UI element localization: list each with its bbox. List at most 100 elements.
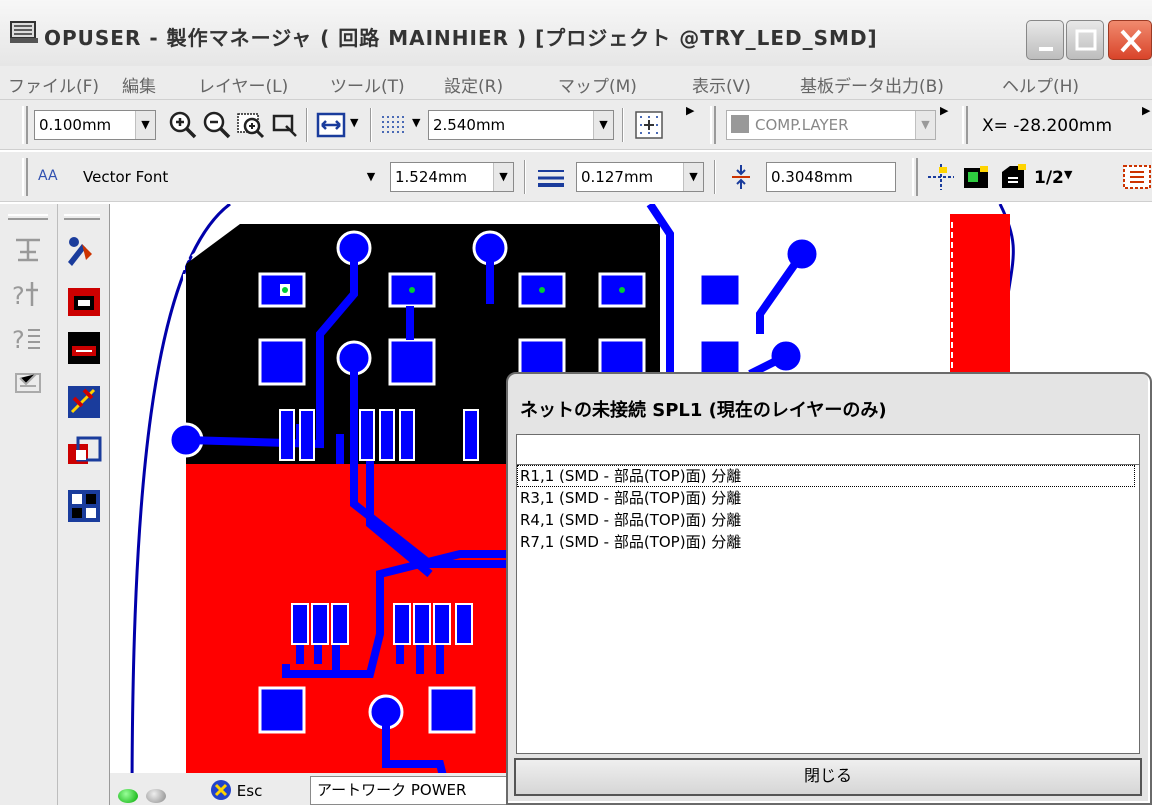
status-led-green [118,789,138,803]
close-button[interactable]: 閉じる [514,758,1142,796]
chevron-down-icon: ▼ [683,163,703,191]
chevron-down-icon[interactable]: ▼ [1064,168,1072,181]
list-item[interactable]: R7,1 (SMD - 部品(TOP)面) 分離 [517,531,1139,553]
query-list-icon[interactable]: ? [10,320,46,356]
menu-board-output[interactable]: 基板データ出力(B) [800,72,944,97]
move-component-icon[interactable] [66,330,102,366]
toolbar-separator [306,108,308,142]
menu-help[interactable]: ヘルプ(H) [1002,72,1079,97]
text-size-select[interactable]: 1.524mm ▼ [390,162,514,192]
toolbar-separator [622,108,624,142]
layer-color-swatch [731,115,749,133]
left-tool-palette: ? ? [0,204,58,805]
app-icon [10,21,38,43]
query-tool-icon[interactable]: ? [10,276,46,312]
text-toolbar: AA Vector Font ▼ 1.524mm ▼ 0.127mm ▼ 0.3… [0,152,1152,202]
line-width-value: 0.127mm [581,168,654,186]
coordinate-x-readout: X= -28.200mm [982,116,1113,136]
close-window-button[interactable] [1108,20,1152,60]
title-bar: OPUSER - 製作マネージャ ( 回路 MAINHIER ) [プロジェクト… [0,0,1152,66]
font-icon: AA [38,168,58,184]
route-tool-icon[interactable] [64,234,100,270]
clearance-icon [732,165,750,189]
menu-layer[interactable]: レイヤー(L) [198,72,288,97]
grid-size-select[interactable]: 2.540mm ▼ [428,110,614,140]
text-size-value: 1.524mm [395,168,468,186]
clearance-input[interactable]: 0.3048mm [766,162,896,192]
toolbar-grip[interactable] [22,106,28,144]
toolbar-separator [524,160,526,194]
grid-size-value: 2.540mm [433,116,506,134]
close-icon [1120,29,1142,53]
overflow-icon[interactable]: ▶ [1142,104,1150,117]
maximize-icon [1075,29,1097,51]
unconnected-net-dialog: ネットの未接続 SPL1 (現在のレイヤーのみ) R1,1 (SMD - 部品(… [506,372,1152,805]
status-mode: アートワーク POWER [310,776,510,805]
font-value: Vector Font [83,168,169,186]
auto-route-icon[interactable] [66,384,102,420]
escape-label: Esc [236,782,263,800]
chevron-down-icon: ▼ [915,111,935,139]
overflow-icon[interactable]: ▶ [940,104,948,117]
zoom-window-icon[interactable] [236,110,266,140]
status-led-gray [146,789,166,803]
chevron-down-icon[interactable]: ▼ [412,116,420,129]
chevron-down-icon: ▼ [361,163,381,191]
svg-text:?: ? [12,326,25,354]
chevron-down-icon[interactable]: ▼ [350,116,358,129]
palette-grip[interactable] [8,214,48,220]
menu-file[interactable]: ファイル(F) [8,72,99,97]
toolbar-grip[interactable] [710,106,716,144]
menu-map[interactable]: マップ(M) [558,72,637,97]
layer-select[interactable]: COMP.LAYER ▼ [726,110,936,140]
component-green-icon[interactable] [962,162,992,192]
list-item[interactable]: R3,1 (SMD - 部品(TOP)面) 分離 [517,487,1139,509]
font-select[interactable]: Vector Font ▼ [78,162,382,192]
crosshair-icon[interactable] [926,162,956,192]
chevron-down-icon: ▼ [493,163,513,191]
zoom-in-icon[interactable] [168,110,198,140]
menu-bar: ファイル(F) 編集 レイヤー(L) ツール(T) 設定(R) マップ(M) 表… [0,66,1152,100]
zoom-out-icon[interactable] [202,110,232,140]
place-component-icon[interactable] [66,284,102,320]
right-tool-palette [58,204,110,805]
snap-grid-icon[interactable] [634,110,664,140]
menu-view[interactable]: 表示(V) [692,72,751,97]
zoom-area-icon[interactable] [270,110,300,140]
line-width-icon [538,170,564,187]
line-width-select[interactable]: 0.127mm ▼ [576,162,704,192]
menu-tools[interactable]: ツール(T) [330,72,405,97]
escape-button[interactable]: Esc [210,779,262,803]
list-item[interactable]: R1,1 (SMD - 部品(TOP)面) 分離 [517,465,1135,487]
chevron-down-icon: ▼ [593,111,613,139]
toolbar-separator [714,160,716,194]
toolbar-grip[interactable] [912,158,918,196]
fit-width-icon[interactable] [316,110,346,140]
grid-view-icon[interactable] [66,488,102,524]
main-toolbar: 0.100mm ▼ ▼ ▼ 2.540mm ▼ ▶ COMP.LAYER ▼ ▶ [0,100,1152,150]
drc-tool-icon[interactable] [10,364,46,400]
layer-swap-icon[interactable] [66,436,102,472]
menu-edit[interactable]: 編集 [122,72,156,97]
zoom-step-value: 0.100mm [39,116,112,134]
minimize-button[interactable] [1026,20,1064,60]
toolbar-grip[interactable] [22,158,28,196]
chevron-down-icon: ▼ [135,111,155,139]
maximize-button[interactable] [1066,20,1104,60]
toolbar-separator [370,108,372,142]
palette-grip[interactable] [64,214,100,220]
list-item[interactable]: R4,1 (SMD - 部品(TOP)面) 分離 [517,509,1139,531]
text-tool-icon[interactable] [10,232,46,268]
window-title: OPUSER - 製作マネージャ ( 回路 MAINHIER ) [プロジェクト… [44,26,878,50]
half-scale-icon[interactable]: 1/2 [1034,168,1064,188]
grid-icon[interactable] [378,110,408,140]
zoom-step-select[interactable]: 0.100mm ▼ [34,110,156,140]
pattern-icon[interactable] [1122,162,1152,192]
layer-value: COMP.LAYER [755,116,849,134]
menu-settings[interactable]: 設定(R) [444,72,503,97]
filter-input[interactable] [516,434,1140,466]
component-place-icon[interactable] [998,162,1028,192]
toolbar-grip[interactable] [962,106,968,144]
overflow-icon[interactable]: ▶ [686,104,694,117]
unconnected-list[interactable]: R1,1 (SMD - 部品(TOP)面) 分離 R3,1 (SMD - 部品(… [516,464,1140,754]
